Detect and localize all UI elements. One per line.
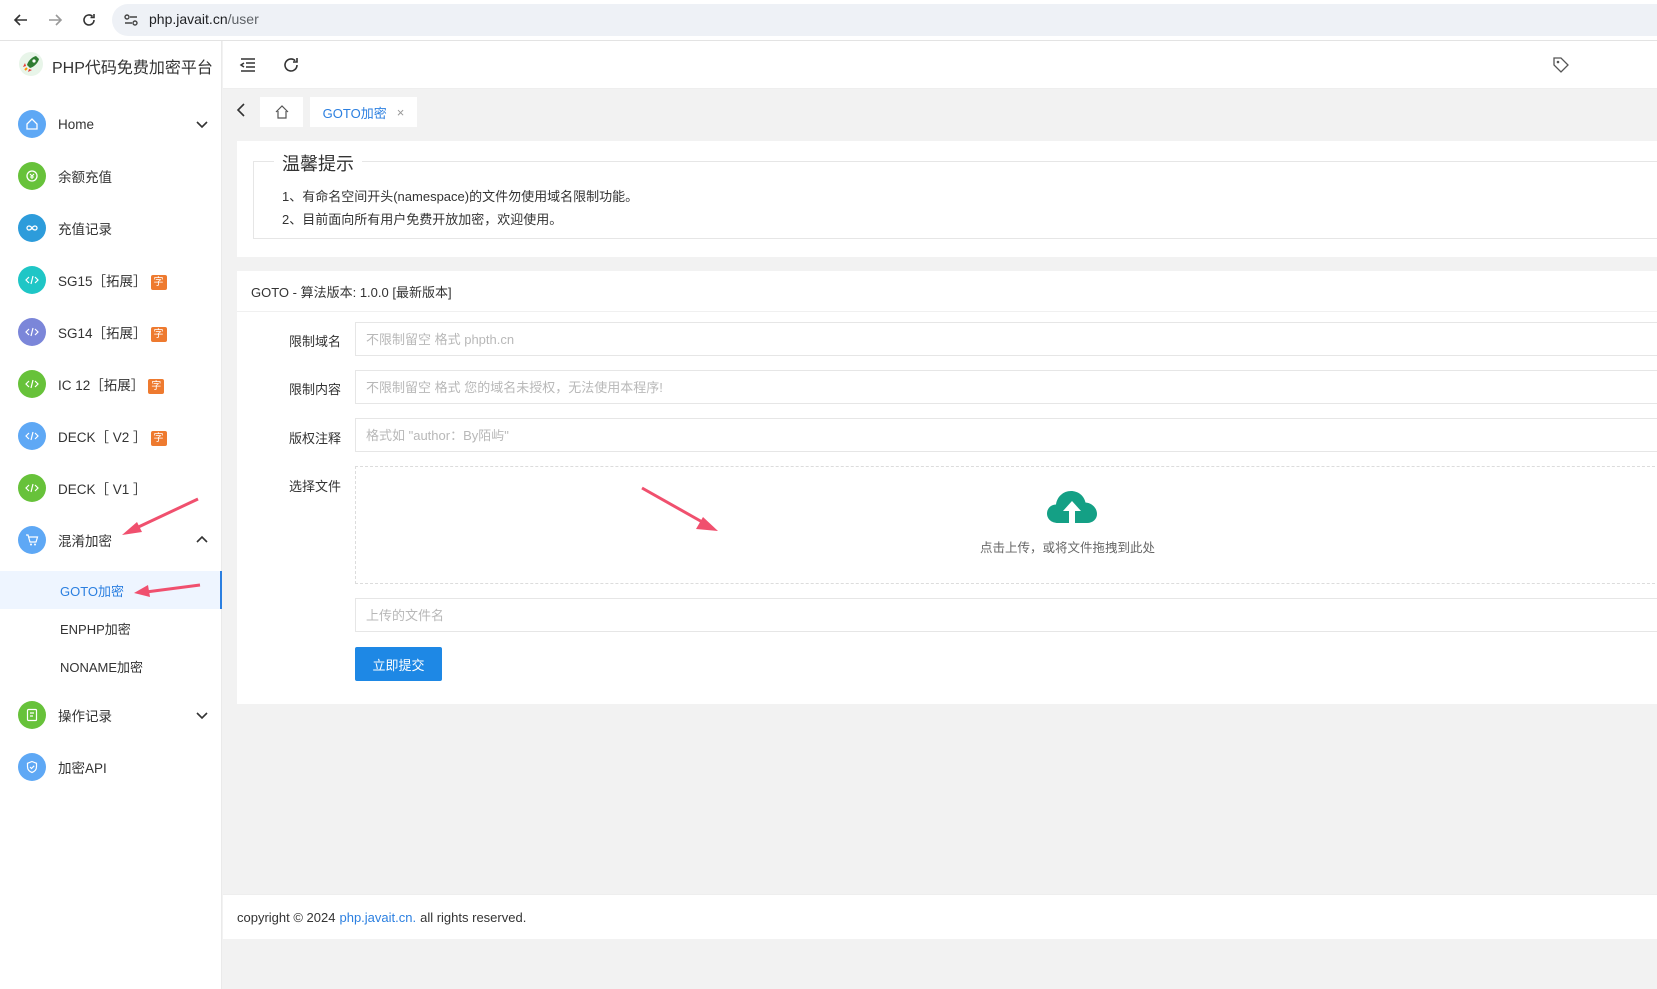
sidebar-item-encryption-api[interactable]: 加密API: [0, 747, 222, 787]
sidebar-item-label: Home: [58, 116, 95, 132]
bottom-strip: [223, 939, 1657, 989]
chevron-down-icon: [196, 712, 208, 720]
extension-badge: 字: [150, 430, 167, 446]
sidebar-item-label: SG14［拓展］ 字: [58, 322, 167, 342]
home-icon: [18, 110, 46, 138]
notice-fieldset: 温馨提示 1、有命名空间开头(namespace)的文件勿使用域名限制功能。 2…: [253, 150, 1657, 239]
content-label: 限制内容: [288, 382, 341, 397]
tab-home[interactable]: [260, 97, 303, 127]
footer-link[interactable]: php.javait.cn.: [339, 910, 416, 925]
sidebar-item-sg15[interactable]: SG15［拓展］ 字: [0, 260, 222, 300]
sidebar-item-operation-log[interactable]: 操作记录: [0, 695, 222, 735]
annotation-arrow: [641, 486, 718, 531]
notice-card: 温馨提示 1、有命名空间开头(namespace)的文件勿使用域名限制功能。 2…: [237, 141, 1657, 257]
chevron-down-icon: [196, 121, 208, 129]
file-upload-dropzone[interactable]: 点击上传，或将文件拖拽到此处: [355, 466, 1657, 584]
shield-icon: [18, 753, 46, 781]
browser-toolbar: php.javait.cn/user: [0, 0, 1657, 41]
code-icon: [18, 422, 46, 450]
copyright-label: 版权注释: [288, 431, 341, 446]
tabs-bar: GOTO加密 ×: [223, 89, 1657, 133]
annotation-arrow: [134, 583, 201, 597]
footer-copyright: copyright © 2024: [237, 909, 336, 925]
sidebar-item-ic12[interactable]: IC 12［拓展］ 字: [0, 364, 222, 404]
filename-input[interactable]: [355, 598, 1657, 632]
chevron-left-icon[interactable]: [231, 100, 251, 120]
logo[interactable]: PHP代码免费加密平台: [18, 51, 213, 82]
sidebar-item-label: IC 12［拓展］ 字: [58, 374, 165, 394]
form-header: GOTO - 算法版本: 1.0.0 [最新版本]: [237, 271, 1657, 312]
sidebar-item-label: DECK［ V2 ］ 字: [58, 426, 167, 446]
copyright-input[interactable]: [355, 418, 1657, 452]
sidebar-item-label: SG15［拓展］ 字: [58, 270, 167, 290]
url-text: php.javait.cn/user: [149, 11, 259, 27]
top-header: [223, 41, 1657, 89]
refresh-icon[interactable]: [281, 55, 301, 75]
code-icon: [18, 266, 46, 294]
annotation-arrow: [122, 497, 199, 535]
sidebar-item-label: 加密API: [58, 761, 107, 776]
cart-icon: [18, 526, 46, 554]
back-arrow-icon[interactable]: [9, 8, 33, 32]
rocket-icon: [18, 51, 44, 82]
notice-title: 温馨提示: [274, 150, 362, 176]
code-icon: [18, 318, 46, 346]
tab-label: GOTO加密: [322, 105, 387, 121]
footer-suffix: all rights reserved.: [420, 909, 527, 925]
sidebar-item-label: DECK［ V1 ］: [58, 482, 147, 497]
footer: copyright © 2024 php.javait.cn. all righ…: [223, 894, 1657, 939]
submit-button[interactable]: 立即提交: [355, 647, 442, 681]
reload-icon[interactable]: [77, 8, 101, 32]
tab-goto-encryption[interactable]: GOTO加密 ×: [310, 97, 417, 127]
file-label: 选择文件: [288, 479, 341, 494]
upload-hint: 点击上传，或将文件拖拽到此处: [980, 541, 1156, 555]
sidebar-item-label: 操作记录: [58, 709, 112, 724]
submenu-item-enphp[interactable]: ENPHP加密: [0, 609, 222, 647]
domain-label: 限制域名: [288, 334, 341, 349]
content-input[interactable]: [355, 370, 1657, 404]
url-host: php.javait.cn: [149, 11, 228, 27]
code-icon: [18, 370, 46, 398]
submenu-item-noname[interactable]: NONAME加密: [0, 647, 222, 685]
address-bar[interactable]: php.javait.cn/user: [112, 4, 1657, 36]
encryption-form: GOTO - 算法版本: 1.0.0 [最新版本] 限制域名 限制内容 版权注释…: [237, 271, 1657, 704]
cloud-upload-icon: [1047, 491, 1097, 523]
domain-input[interactable]: [355, 322, 1657, 356]
sidebar-item-recharge-records[interactable]: 充值记录: [0, 208, 222, 248]
tag-icon[interactable]: [1551, 55, 1571, 75]
home-icon: [275, 105, 288, 119]
notice-line: 2、目前面向所有用户免费开放加密，欢迎使用。: [282, 212, 563, 227]
infinity-icon: [18, 214, 46, 242]
code-icon: [18, 474, 46, 502]
site-settings-icon[interactable]: [122, 11, 140, 29]
url-path: /user: [227, 11, 259, 27]
collapse-menu-icon[interactable]: [238, 55, 258, 75]
sidebar-item-sg14[interactable]: SG14［拓展］ 字: [0, 312, 222, 352]
sidebar-item-label: 余额充值: [58, 170, 112, 185]
forward-arrow-icon[interactable]: [43, 8, 67, 32]
recharge-icon: [18, 162, 46, 190]
sidebar-item-recharge[interactable]: 余额充值: [0, 156, 222, 196]
notice-line: 1、有命名空间开头(namespace)的文件勿使用域名限制功能。: [282, 189, 639, 204]
close-icon[interactable]: ×: [397, 105, 405, 120]
sidebar-item-deck-v2[interactable]: DECK［ V2 ］ 字: [0, 416, 222, 456]
log-icon: [18, 701, 46, 729]
sidebar-item-home[interactable]: Home: [0, 104, 222, 144]
extension-badge: 字: [150, 326, 167, 342]
sidebar-item-label: 混淆加密: [58, 534, 112, 549]
logo-text: PHP代码免费加密平台: [52, 60, 213, 77]
sidebar-item-label: 充值记录: [58, 222, 112, 237]
extension-badge: 字: [150, 274, 167, 290]
extension-badge: 字: [148, 378, 165, 394]
